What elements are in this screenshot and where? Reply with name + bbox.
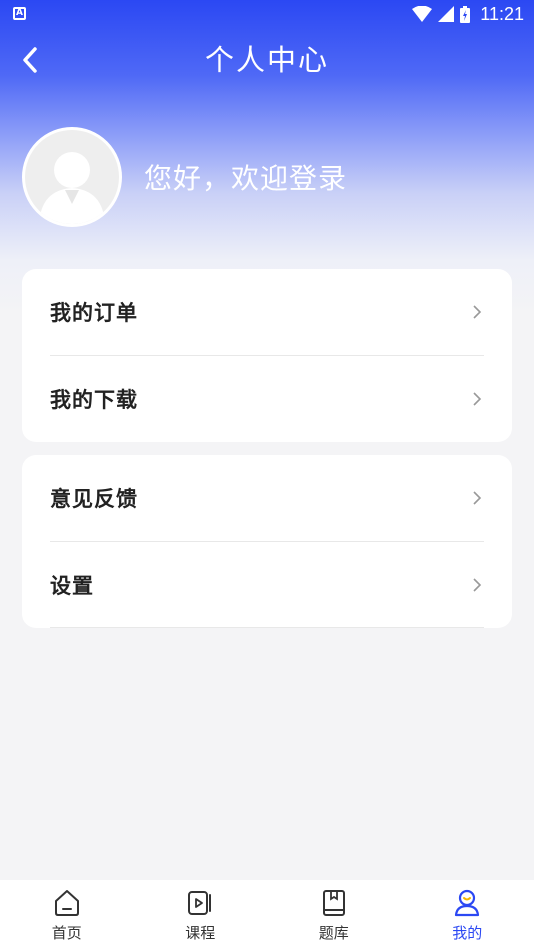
divider <box>50 627 484 628</box>
tab-mine[interactable]: 我的 <box>401 880 534 950</box>
app-notification-icon: A <box>13 7 26 20</box>
course-video-icon <box>188 891 212 915</box>
profile-icon <box>455 889 480 917</box>
home-icon <box>54 890 79 916</box>
battery-icon <box>460 5 471 23</box>
status-icons: 11:21 <box>412 3 524 25</box>
login-greeting[interactable]: 您好，欢迎登录 <box>144 157 347 197</box>
tab-label: 课程 <box>185 924 216 942</box>
top-bar: 个人中心 <box>0 36 534 84</box>
menu-item-label: 我的订单 <box>50 301 138 325</box>
menu-card-settings: 意见反馈 设置 <box>22 455 512 628</box>
bottom-tab-bar: 首页 课程 题库 我的 <box>0 880 534 950</box>
status-time: 11:21 <box>480 3 524 24</box>
profile-section[interactable]: 您好，欢迎登录 <box>22 127 347 227</box>
menu-card-orders: 我的订单 我的下载 <box>22 269 512 442</box>
chevron-right-icon <box>473 578 482 592</box>
menu-item-my-downloads[interactable]: 我的下载 <box>50 356 484 442</box>
chevron-right-icon <box>473 305 482 319</box>
tab-label: 首页 <box>51 924 82 942</box>
menu-item-my-orders[interactable]: 我的订单 <box>50 269 484 355</box>
tab-label: 我的 <box>452 924 483 942</box>
tab-question-bank[interactable]: 题库 <box>267 880 401 950</box>
avatar[interactable] <box>22 127 122 227</box>
tab-label: 题库 <box>318 924 349 942</box>
menu-item-label: 设置 <box>50 574 94 598</box>
tab-courses[interactable]: 课程 <box>134 880 268 950</box>
menu-item-label: 我的下载 <box>50 388 138 412</box>
page-title: 个人中心 <box>204 43 329 77</box>
menu-item-feedback[interactable]: 意见反馈 <box>50 455 484 541</box>
tab-home[interactable]: 首页 <box>0 880 134 950</box>
chevron-right-icon <box>473 491 482 505</box>
signal-icon <box>438 6 455 22</box>
menu-item-settings[interactable]: 设置 <box>50 542 484 628</box>
chevron-right-icon <box>473 392 482 406</box>
wifi-icon <box>412 6 433 22</box>
menu-item-label: 意见反馈 <box>50 487 138 511</box>
status-bar: A 11:21 <box>0 0 534 28</box>
default-avatar-icon <box>39 152 105 224</box>
question-bank-book-icon <box>322 890 345 916</box>
